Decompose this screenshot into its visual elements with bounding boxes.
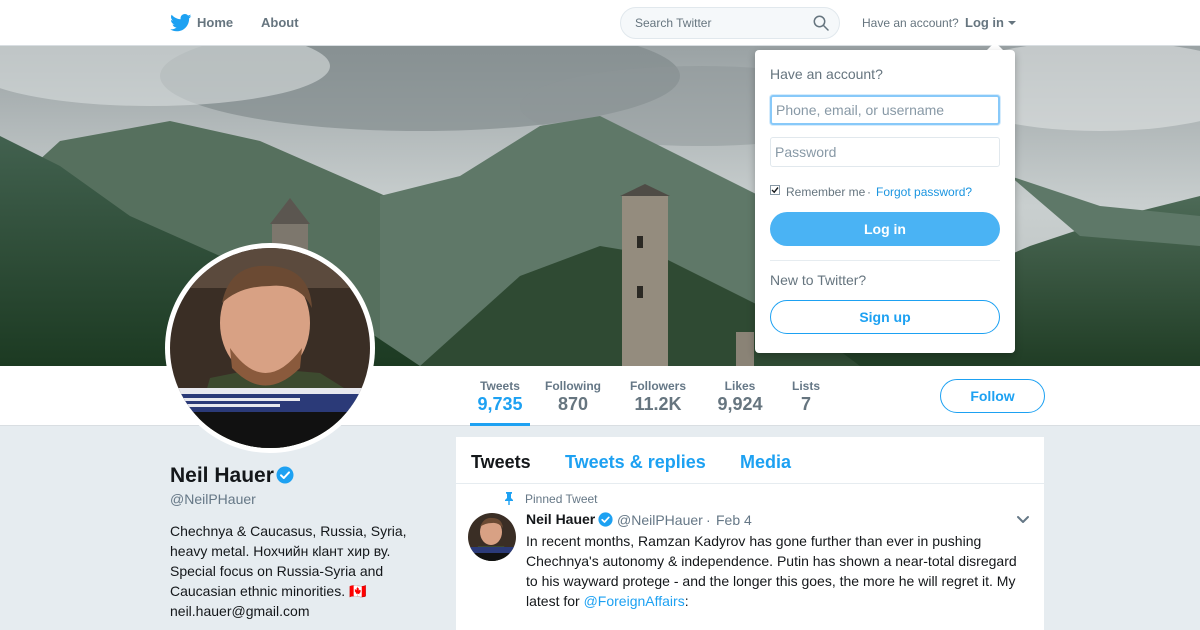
tweet-dot-separator: ·	[706, 512, 711, 528]
profile-photo	[170, 248, 370, 448]
login-dropdown: Have an account? Remember me · Forgot pa…	[755, 50, 1015, 353]
tweet-text-line: latest for @ForeignAffairs:	[526, 591, 1036, 611]
stat-value: 9,735	[477, 394, 523, 414]
profile-name[interactable]: Neil Hauer	[170, 464, 274, 488]
mention-link[interactable]: @ForeignAffairs	[584, 593, 685, 609]
tweet-text-fragment: :	[684, 593, 689, 609]
stat-value: 9,924	[717, 394, 763, 414]
timeline-panel: Tweets Tweets & replies Media Pinned Twe…	[456, 437, 1044, 630]
tweet-text-line: to his wayward protege - and the longer …	[526, 573, 1016, 589]
verified-badge-icon	[276, 466, 294, 484]
stat-label: Lists	[791, 379, 820, 393]
remember-me-label[interactable]: Remember me	[786, 185, 865, 199]
dropdown-title: Have an account?	[770, 66, 883, 82]
verified-badge-icon	[598, 512, 613, 527]
tweet-text-fragment: latest for	[526, 593, 584, 609]
login-dropdown-toggle[interactable]: Log in	[965, 15, 1004, 30]
new-to-twitter-text: New to Twitter?	[770, 272, 867, 288]
tweet-timestamp[interactable]: Feb 4	[716, 512, 752, 528]
timeline-tabs: Tweets Tweets & replies Media	[456, 437, 1044, 484]
bio-line: heavy metal. Нохчийн кlант хир ву.	[170, 543, 391, 559]
stat-value: 870	[557, 394, 589, 414]
tweet-author-handle[interactable]: @NeilPHauer	[617, 512, 703, 528]
login-button[interactable]: Log in	[770, 212, 1000, 246]
password-field[interactable]	[770, 137, 1000, 167]
stat-value: 11.2K	[634, 394, 682, 414]
stat-likes[interactable]: Likes 9,924	[714, 366, 766, 426]
tweet-avatar[interactable]	[468, 513, 516, 561]
nav-home-link[interactable]: Home	[197, 15, 233, 30]
tab-media[interactable]: Media	[740, 452, 791, 473]
profile-bio: Chechnya & Caucasus, Russia, Syria, heav…	[170, 521, 430, 621]
pinned-tweet-label: Pinned Tweet	[525, 492, 598, 506]
bio-line: Chechnya & Caucasus, Russia, Syria,	[170, 523, 407, 539]
stat-tweets[interactable]: Tweets 9,735	[470, 366, 530, 426]
profile-handle[interactable]: @NeilPHauer	[170, 491, 256, 507]
have-account-text: Have an account?	[862, 16, 959, 30]
signup-button[interactable]: Sign up	[770, 300, 1000, 334]
dot-separator: ·	[867, 185, 871, 199]
twitter-bird-icon[interactable]	[170, 14, 192, 32]
search-box	[620, 7, 840, 39]
nav-about-link[interactable]: About	[261, 15, 299, 30]
pin-icon	[505, 492, 513, 505]
remember-me-checkbox[interactable]	[770, 185, 780, 195]
tweet-author-name[interactable]: Neil Hauer	[526, 511, 595, 527]
stat-value: 7	[800, 394, 811, 414]
tweet-text: In recent months, Ramzan Kadyrov has gon…	[526, 531, 1036, 611]
bio-line: Special focus on Russia-Syria and	[170, 563, 384, 579]
forgot-password-link[interactable]: Forgot password?	[876, 185, 972, 199]
follow-button[interactable]: Follow	[940, 379, 1045, 413]
bio-email[interactable]: neil.hauer@gmail.com	[170, 601, 430, 621]
caret-down-icon[interactable]	[1008, 21, 1016, 25]
chevron-down-icon[interactable]	[1016, 515, 1030, 525]
tab-tweets-replies[interactable]: Tweets & replies	[565, 452, 706, 473]
username-field[interactable]	[770, 95, 1000, 125]
tweet-text-line: Chechnya's autonomy & independence. Puti…	[526, 553, 1017, 569]
tab-tweets[interactable]: Tweets	[471, 452, 531, 473]
search-input[interactable]	[633, 15, 807, 31]
top-navigation-bar: Home About Have an account? Log in	[0, 0, 1200, 46]
stat-label: Tweets	[480, 379, 520, 393]
bio-line: Caucasian ethnic minorities. 🇨🇦	[170, 583, 367, 599]
stat-following[interactable]: Following 870	[542, 366, 604, 426]
checkmark-icon	[771, 187, 779, 194]
profile-avatar[interactable]	[165, 243, 375, 453]
stat-lists[interactable]: Lists 7	[788, 366, 824, 426]
search-icon[interactable]	[813, 15, 829, 31]
divider	[770, 260, 1000, 261]
stat-label: Followers	[629, 379, 686, 393]
stat-label: Following	[545, 379, 601, 393]
stat-label: Likes	[724, 379, 756, 393]
stat-followers[interactable]: Followers 11.2K	[627, 366, 689, 426]
tweet-text-line: In recent months, Ramzan Kadyrov has gon…	[526, 533, 982, 549]
